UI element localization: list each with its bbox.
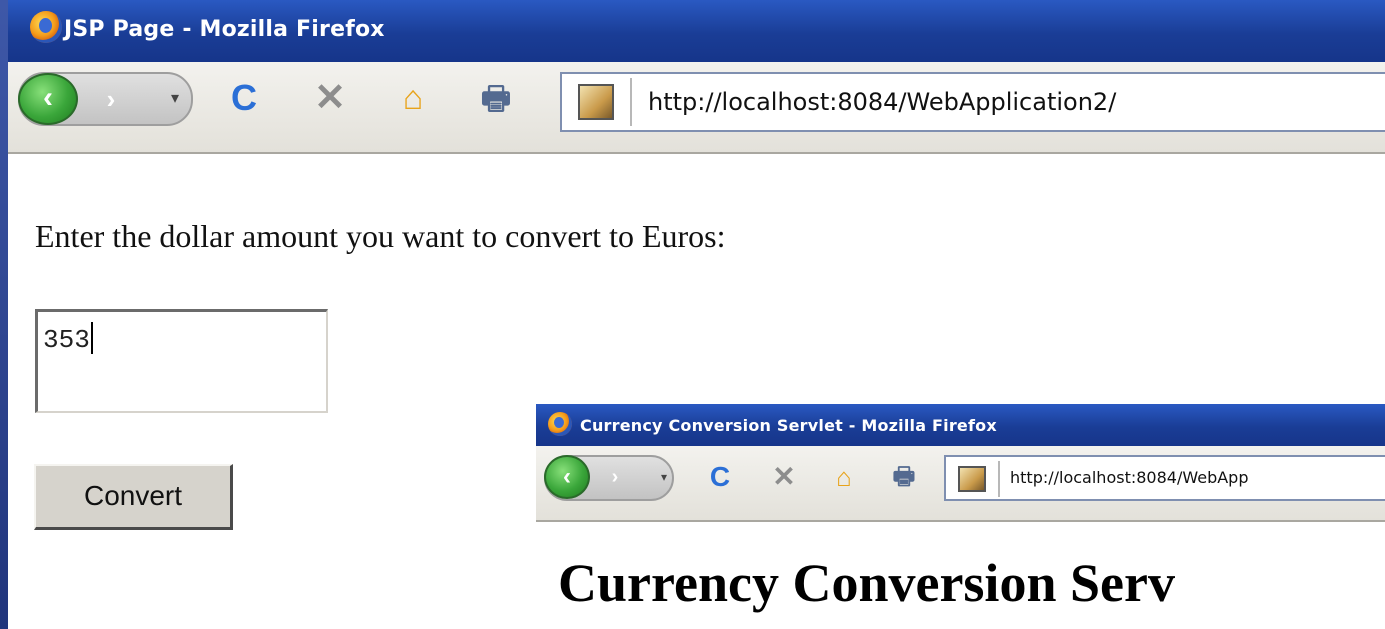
chevron-down-icon: ▾ — [170, 90, 180, 107]
servlet-window-title: Currency Conversion Servlet - Mozilla Fi… — [580, 416, 997, 435]
conversion-prompt: Enter the dollar amount you want to conv… — [35, 218, 726, 254]
address-bar-divider — [998, 461, 1000, 497]
servlet-navigation-toolbar: ‹ › ▾ C ✕ ⌂ 🖶 http://localhost:8084/WebA… — [536, 446, 1385, 522]
main-title-bar[interactable]: JSP Page - Mozilla Firefox — [8, 0, 1385, 62]
history-dropdown-button[interactable]: ▾ — [160, 84, 190, 114]
firefox-logo-icon — [30, 11, 62, 43]
main-navigation-toolbar: ‹ › ▾ C ✕ ⌂ 🖶 http://localhost:8084/WebA… — [8, 62, 1385, 154]
chevron-down-icon: ▾ — [660, 470, 668, 484]
reload-button[interactable]: C — [222, 76, 266, 120]
address-url[interactable]: http://localhost:8084/WebApplication2/ — [648, 88, 1116, 116]
stop-icon: ✕ — [772, 461, 796, 492]
address-bar[interactable]: http://localhost:8084/WebApp — [944, 455, 1385, 501]
print-button[interactable]: 🖶 — [474, 76, 518, 120]
forward-arrow-icon: › — [611, 466, 619, 488]
printer-icon: 🖶 — [892, 463, 916, 490]
home-icon: ⌂ — [836, 462, 852, 492]
dollar-amount-input[interactable]: 353 — [35, 309, 328, 413]
firefox-logo-icon — [548, 412, 572, 436]
home-button[interactable]: ⌂ — [391, 76, 435, 120]
dollar-amount-value: 353 — [43, 325, 90, 355]
forward-arrow-icon: › — [106, 84, 116, 114]
servlet-page-content: Currency Conversion Serv — [536, 522, 1385, 629]
text-caret — [90, 322, 93, 354]
forward-button[interactable]: › — [86, 78, 136, 120]
stop-icon: ✕ — [314, 77, 346, 119]
address-url[interactable]: http://localhost:8084/WebApp — [1010, 468, 1248, 487]
back-arrow-icon: ‹ — [563, 463, 571, 490]
home-icon: ⌂ — [402, 79, 424, 117]
back-button[interactable]: ‹ — [18, 73, 78, 125]
address-bar-divider — [630, 78, 632, 126]
reload-icon: C — [709, 461, 731, 492]
servlet-page-heading: Currency Conversion Serv — [558, 553, 1175, 613]
tomcat-favicon-icon — [958, 466, 986, 492]
back-arrow-icon: ‹ — [43, 81, 53, 114]
reload-button[interactable]: C — [702, 459, 738, 495]
address-bar[interactable]: http://localhost:8084/WebApplication2/ — [560, 72, 1385, 132]
stop-button[interactable]: ✕ — [308, 76, 352, 120]
back-button[interactable]: ‹ — [544, 455, 590, 499]
forward-button[interactable]: › — [596, 459, 634, 495]
printer-icon: 🖶 — [480, 80, 512, 116]
convert-button[interactable]: Convert — [34, 464, 233, 530]
tomcat-favicon-icon — [578, 84, 614, 120]
history-dropdown-button[interactable]: ▾ — [652, 463, 676, 491]
servlet-title-bar[interactable]: Currency Conversion Servlet - Mozilla Fi… — [536, 404, 1385, 446]
print-button[interactable]: 🖶 — [886, 459, 922, 495]
reload-icon: C — [231, 77, 257, 118]
home-button[interactable]: ⌂ — [826, 459, 862, 495]
desktop-left-edge — [0, 0, 8, 629]
servlet-browser-window: Currency Conversion Servlet - Mozilla Fi… — [536, 404, 1385, 629]
main-window-title: JSP Page - Mozilla Firefox — [64, 17, 385, 42]
stop-button[interactable]: ✕ — [766, 459, 802, 495]
